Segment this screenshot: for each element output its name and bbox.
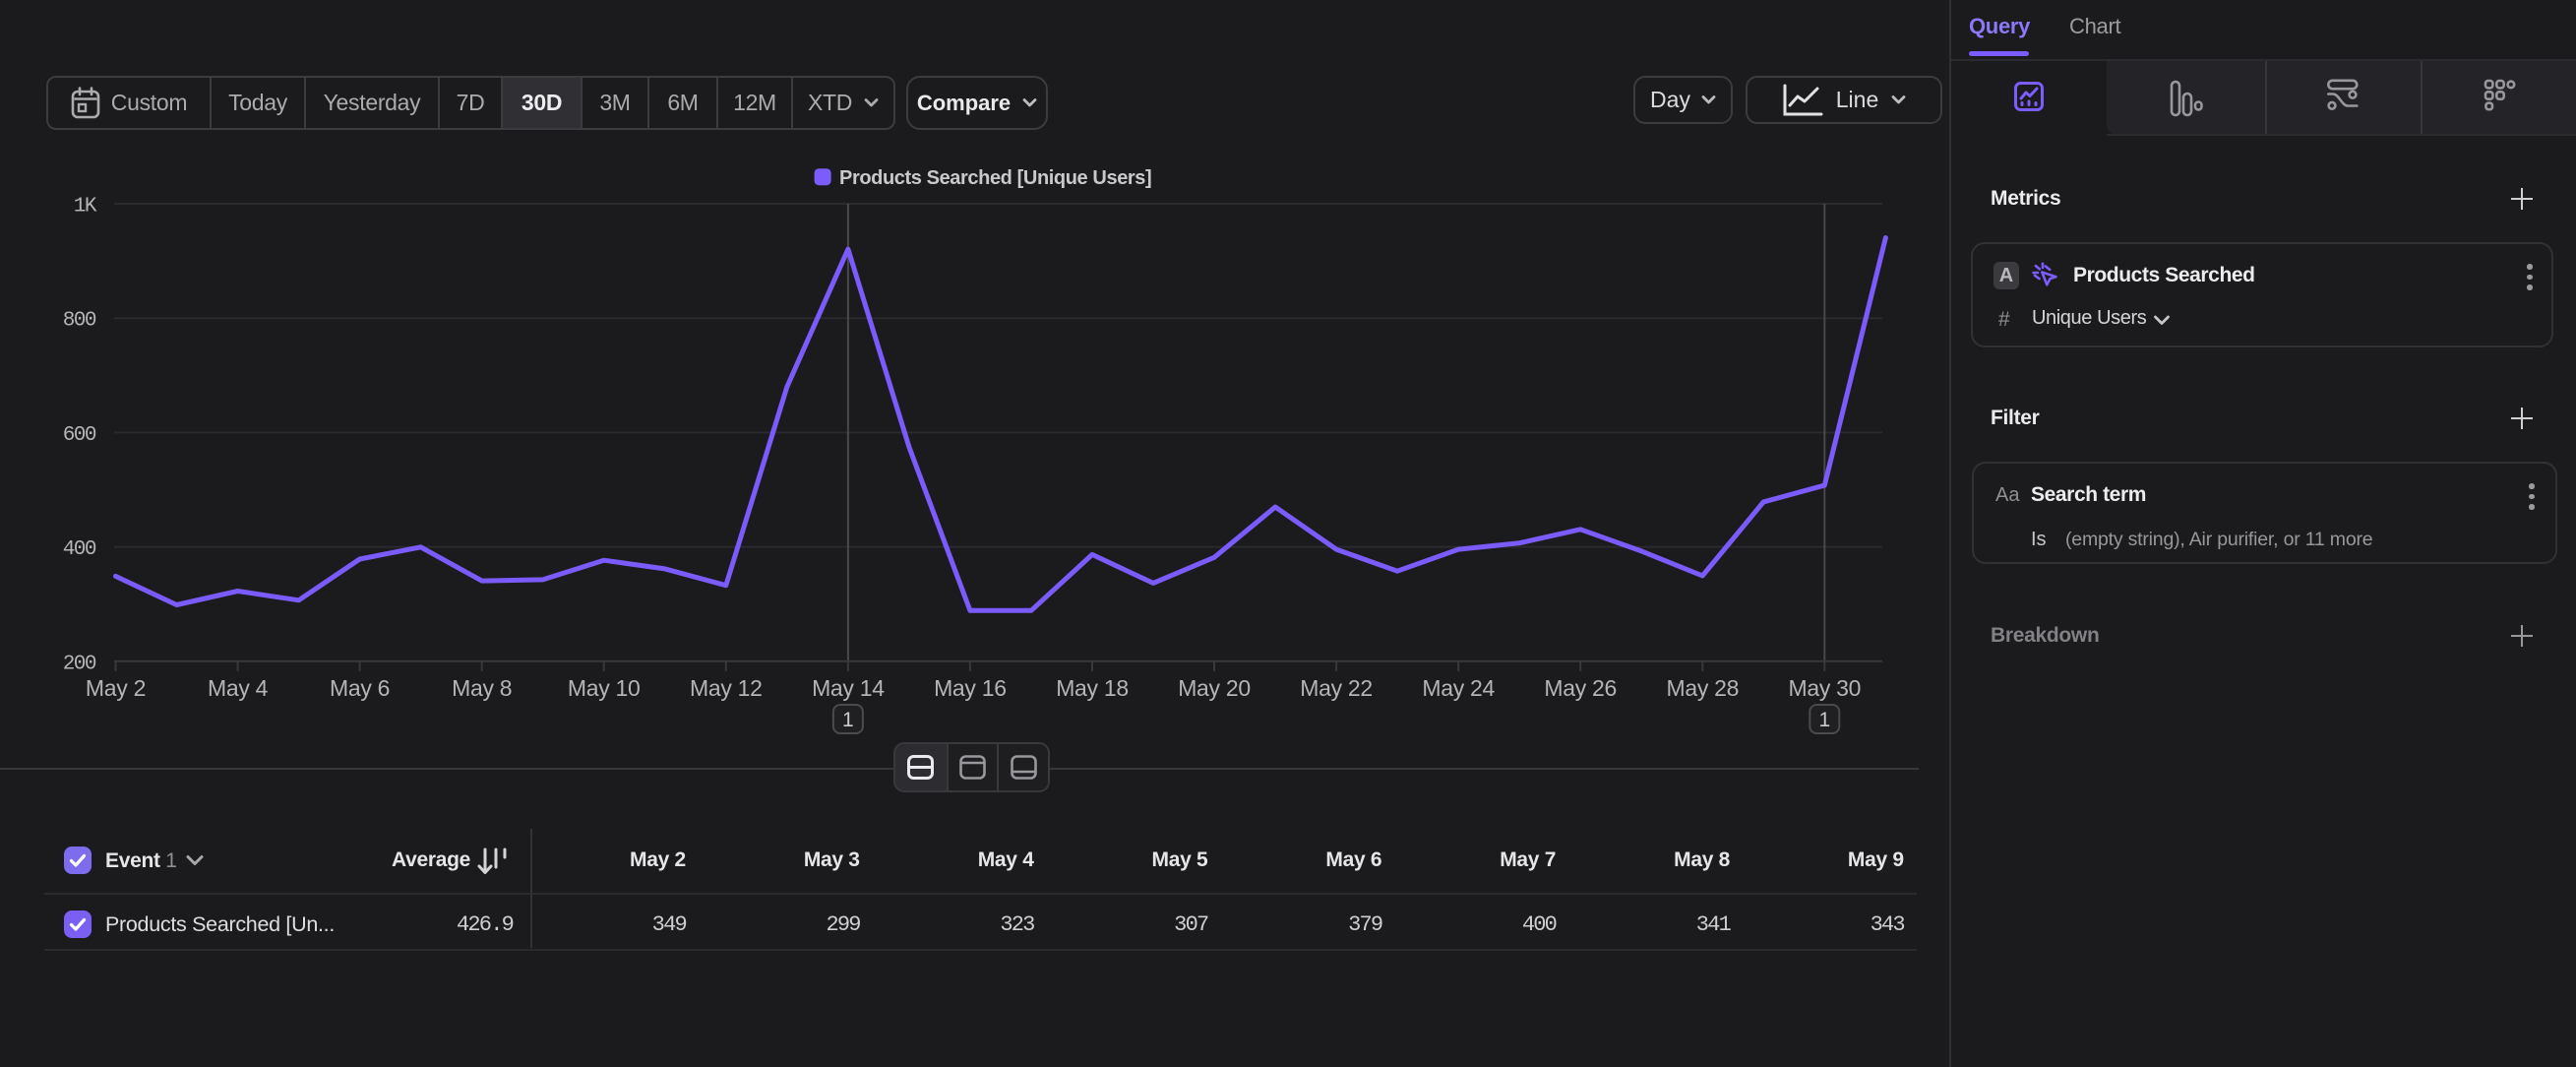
svg-text:May 6: May 6 xyxy=(330,675,390,701)
svg-text:1: 1 xyxy=(1818,709,1830,731)
svg-text:May 12: May 12 xyxy=(690,675,763,701)
svg-text:Products Searched [Unique User: Products Searched [Unique Users] xyxy=(839,167,1151,189)
svg-text:May 22: May 22 xyxy=(1300,675,1373,701)
svg-text:May 8: May 8 xyxy=(452,675,512,701)
svg-text:May 2: May 2 xyxy=(86,675,146,701)
svg-text:600: 600 xyxy=(63,424,96,447)
svg-text:May 26: May 26 xyxy=(1544,675,1617,701)
svg-text:May 20: May 20 xyxy=(1178,675,1251,701)
svg-text:1: 1 xyxy=(842,709,854,731)
svg-text:1K: 1K xyxy=(74,196,97,219)
svg-text:May 4: May 4 xyxy=(208,675,269,701)
svg-text:May 28: May 28 xyxy=(1666,675,1739,701)
svg-text:May 18: May 18 xyxy=(1056,675,1129,701)
svg-text:800: 800 xyxy=(63,310,96,333)
svg-text:May 14: May 14 xyxy=(812,675,885,701)
svg-text:200: 200 xyxy=(63,653,96,675)
svg-text:May 30: May 30 xyxy=(1788,675,1861,701)
svg-text:400: 400 xyxy=(63,538,96,561)
svg-text:May 10: May 10 xyxy=(568,675,641,701)
svg-text:May 24: May 24 xyxy=(1422,675,1495,701)
svg-text:May 16: May 16 xyxy=(934,675,1007,701)
